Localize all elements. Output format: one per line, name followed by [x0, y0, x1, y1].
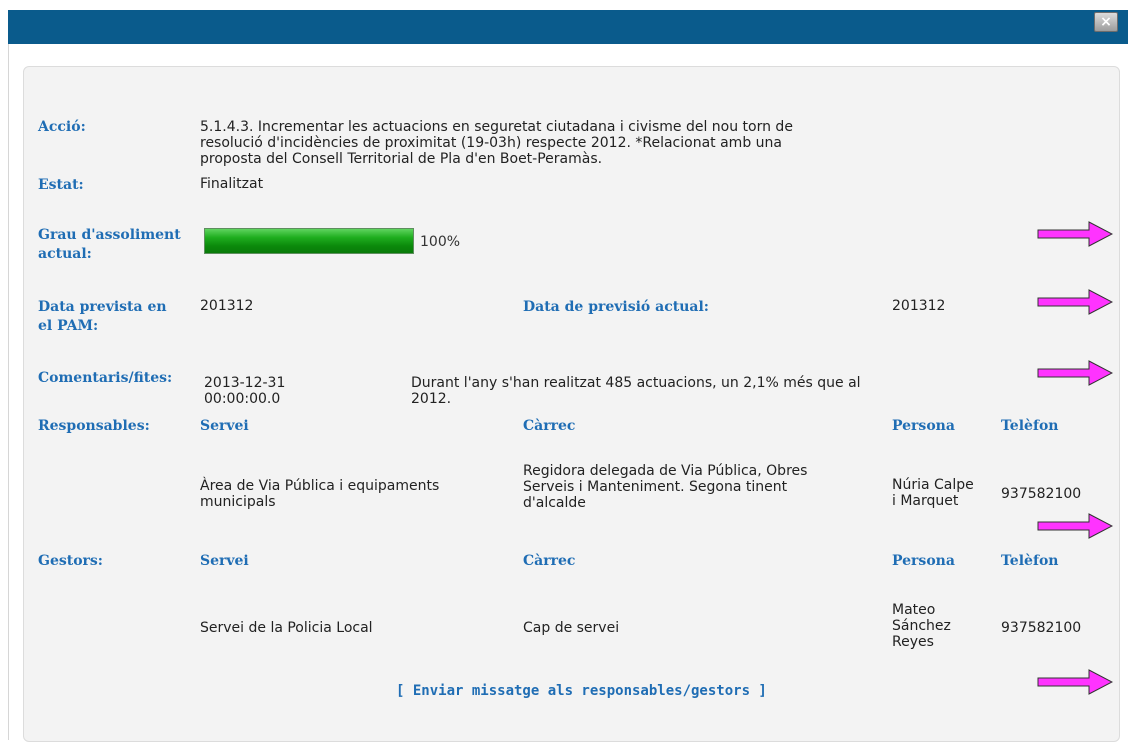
action-text-line-3: proposta del Consell Territorial de Pla …	[200, 151, 603, 167]
dialog-left-border	[8, 44, 9, 740]
responsables-header-phone: Telèfon	[1001, 418, 1059, 434]
gestors-label: Gestors:	[38, 553, 103, 569]
achievement-label-line-2: actual:	[38, 246, 92, 262]
gestor-person-line-1: Mateo	[892, 602, 936, 618]
status-value: Finalitzat	[200, 176, 264, 192]
comment-date-line-1: 2013-12-31	[204, 375, 286, 391]
gestors-header-phone: Telèfon	[1001, 553, 1059, 569]
gestor-role: Cap de servei	[523, 620, 620, 636]
arrow-right-icon[interactable]	[1037, 221, 1113, 247]
gestors-header-role: Càrrec	[523, 553, 576, 569]
planned-date-label-line-1: Data prevista en	[38, 299, 167, 315]
current-date-value: 201312	[892, 298, 946, 314]
gestors-header-person: Persona	[892, 553, 955, 569]
gestor-person-line-3: Reyes	[892, 634, 934, 650]
current-date-label: Data de previsió actual:	[523, 299, 709, 315]
responsable-service-line-2: municipals	[200, 494, 276, 510]
gestors-header-service: Servei	[200, 553, 249, 569]
responsable-phone: 937582100	[1001, 486, 1082, 502]
responsable-role-line-3: d'alcalde	[523, 495, 586, 511]
responsable-role-line-2: Serveis i Manteniment. Segona tinent	[523, 479, 788, 495]
gestor-person-line-2: Sánchez	[892, 618, 951, 634]
progress-bar	[204, 228, 414, 254]
responsable-service-line-1: Àrea de Via Pública i equipaments	[200, 478, 440, 494]
dialog-titlebar	[8, 10, 1128, 44]
comments-label: Comentaris/fites:	[38, 370, 173, 386]
progress-bar-fill	[205, 229, 413, 253]
action-label: Acció:	[38, 119, 86, 135]
comment-text-line-1: Durant l'any s'han realitzat 485 actuaci…	[411, 375, 861, 391]
responsable-person-line-1: Núria Calpe	[892, 477, 974, 493]
gestor-phone: 937582100	[1001, 620, 1082, 636]
action-text-line-1: 5.1.4.3. Incrementar les actuacions en s…	[200, 119, 793, 135]
responsable-person-line-2: i Marquet	[892, 493, 959, 509]
comment-text-line-2: 2012.	[411, 391, 452, 407]
responsables-label: Responsables:	[38, 418, 150, 434]
arrow-right-icon[interactable]	[1037, 289, 1113, 315]
responsables-header-person: Persona	[892, 418, 955, 434]
planned-date-label-line-2: el PAM:	[38, 318, 99, 334]
action-text-line-2: resolució d'incidències de proximitat (1…	[200, 135, 782, 151]
details-panel	[23, 66, 1120, 742]
responsables-header-role: Càrrec	[523, 418, 576, 434]
achievement-label-line-1: Grau d'assoliment	[38, 227, 181, 243]
comment-date-line-2: 00:00:00.0	[204, 391, 281, 407]
close-button[interactable]: ×	[1094, 12, 1118, 32]
send-message-link[interactable]: [ Enviar missatge als responsables/gesto…	[396, 683, 767, 699]
arrow-right-icon[interactable]	[1037, 669, 1113, 695]
status-label: Estat:	[38, 177, 84, 193]
progress-percent: 100%	[420, 234, 461, 250]
gestor-service: Servei de la Policia Local	[200, 620, 373, 636]
arrow-right-icon[interactable]	[1037, 360, 1113, 386]
arrow-right-icon[interactable]	[1037, 513, 1113, 539]
responsables-header-service: Servei	[200, 418, 249, 434]
responsable-role-line-1: Regidora delegada de Via Pública, Obres	[523, 463, 808, 479]
planned-date-value: 201312	[200, 298, 254, 314]
